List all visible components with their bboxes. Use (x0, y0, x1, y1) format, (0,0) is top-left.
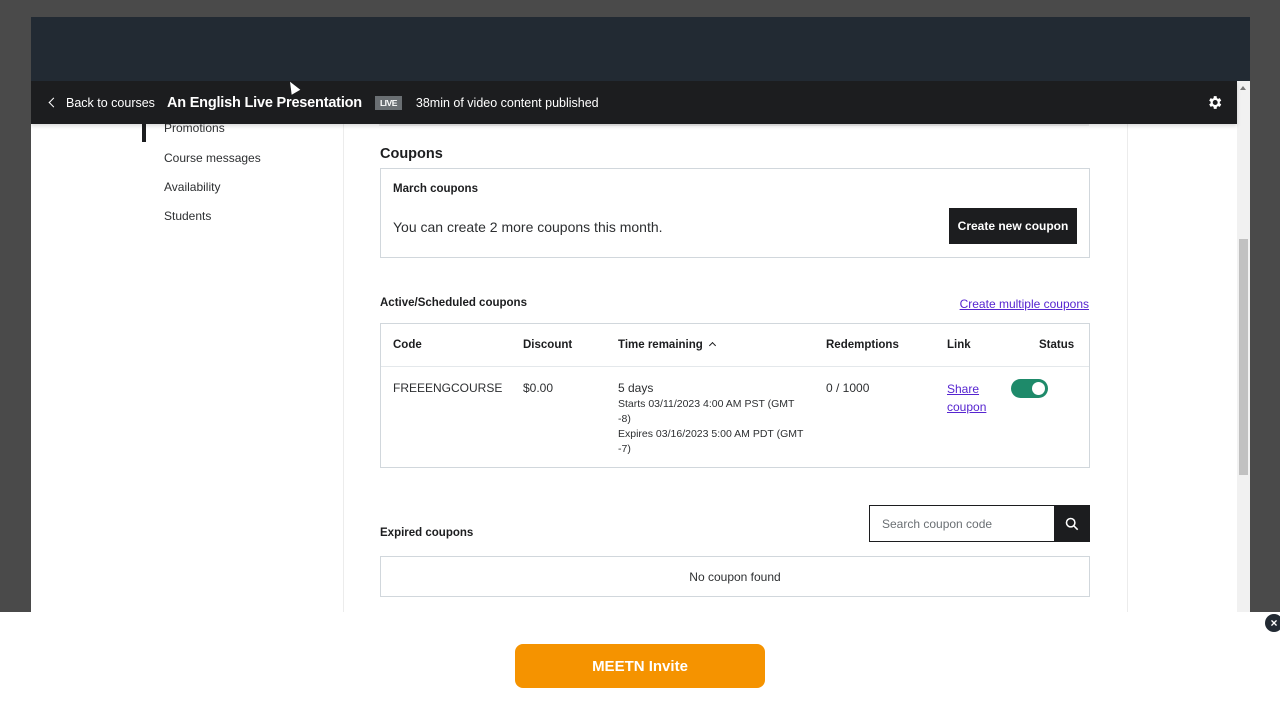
back-label: Back to courses (66, 95, 155, 110)
search-coupon-input[interactable] (869, 505, 1054, 542)
active-indicator (142, 124, 146, 142)
coupon-redemptions: 0 / 1000 (826, 381, 870, 395)
meetn-invite-button[interactable]: MEETN Invite (515, 644, 765, 688)
coupons-remaining-text: You can create 2 more coupons this month… (393, 219, 663, 235)
app-window: Back to courses An English Live Presenta… (31, 81, 1250, 612)
course-title: An English Live Presentation (166, 94, 362, 111)
invite-bar: MEETN Invite × (0, 612, 1280, 720)
divider (381, 366, 1089, 367)
gear-icon[interactable] (1206, 94, 1223, 111)
expired-coupons-list: No coupon found (380, 556, 1090, 597)
published-status: 38min of video content published (415, 95, 599, 110)
column-header-link: Link (947, 339, 971, 351)
create-multiple-coupons-link[interactable]: Create multiple coupons (960, 297, 1089, 311)
column-header-code: Code (393, 339, 422, 351)
active-coupons-heading: Active/Scheduled coupons (380, 297, 527, 309)
live-badge: LIVE (374, 95, 402, 110)
sidebar-item-availability[interactable]: Availability (164, 180, 220, 194)
coupon-expiry-time: Expires 03/16/2023 5:00 AM PDT (GMT -7) (618, 428, 804, 455)
sort-ascending-icon (708, 341, 716, 350)
empty-state-text: No coupon found (689, 569, 781, 584)
back-to-courses-link[interactable]: Back to courses (47, 96, 155, 110)
share-coupon-link[interactable]: Share coupon (947, 380, 997, 416)
coupon-start-time: Starts 03/11/2023 4:00 AM PST (GMT -8) (618, 398, 795, 425)
vertical-scrollbar[interactable] (1237, 81, 1250, 612)
sidebar-item-students[interactable]: Students (164, 209, 211, 223)
column-header-status: Status (1039, 339, 1075, 351)
active-coupons-table: Code Discount Time remaining Redemptions… (380, 323, 1090, 468)
toggle-knob (1032, 382, 1045, 395)
expired-coupons-heading: Expired coupons (380, 527, 474, 539)
search-button[interactable] (1054, 505, 1090, 542)
divider (379, 124, 1089, 126)
chevron-left-icon (48, 97, 59, 108)
scroll-up-icon[interactable] (1240, 86, 1246, 90)
coupons-panel: Coupons March coupons You can create 2 m… (343, 124, 1128, 612)
course-header: Back to courses An English Live Presenta… (31, 81, 1237, 124)
monthly-coupons-title: March coupons (393, 183, 478, 195)
search-icon (1065, 517, 1079, 530)
coupon-code: FREEENGCOURSE (393, 381, 503, 395)
create-new-coupon-button[interactable]: Create new coupon (949, 208, 1077, 244)
coupon-discount: $0.00 (523, 381, 554, 395)
coupon-search (869, 505, 1090, 542)
coupon-status-toggle[interactable] (1011, 379, 1048, 398)
column-header-time-remaining[interactable]: Time remaining (618, 339, 716, 351)
monthly-coupons-card: March coupons You can create 2 more coup… (380, 168, 1090, 258)
scrollbar-thumb[interactable] (1239, 239, 1248, 475)
column-header-discount: Discount (523, 339, 573, 351)
browser-top-band (31, 17, 1250, 81)
coupons-heading: Coupons (380, 146, 443, 162)
sidebar-item-course-messages[interactable]: Course messages (164, 151, 261, 165)
time-remaining: 5 days (618, 381, 654, 395)
time-remaining-label: Time remaining (618, 339, 703, 351)
close-icon[interactable]: × (1265, 614, 1280, 632)
column-header-redemptions: Redemptions (826, 339, 899, 351)
